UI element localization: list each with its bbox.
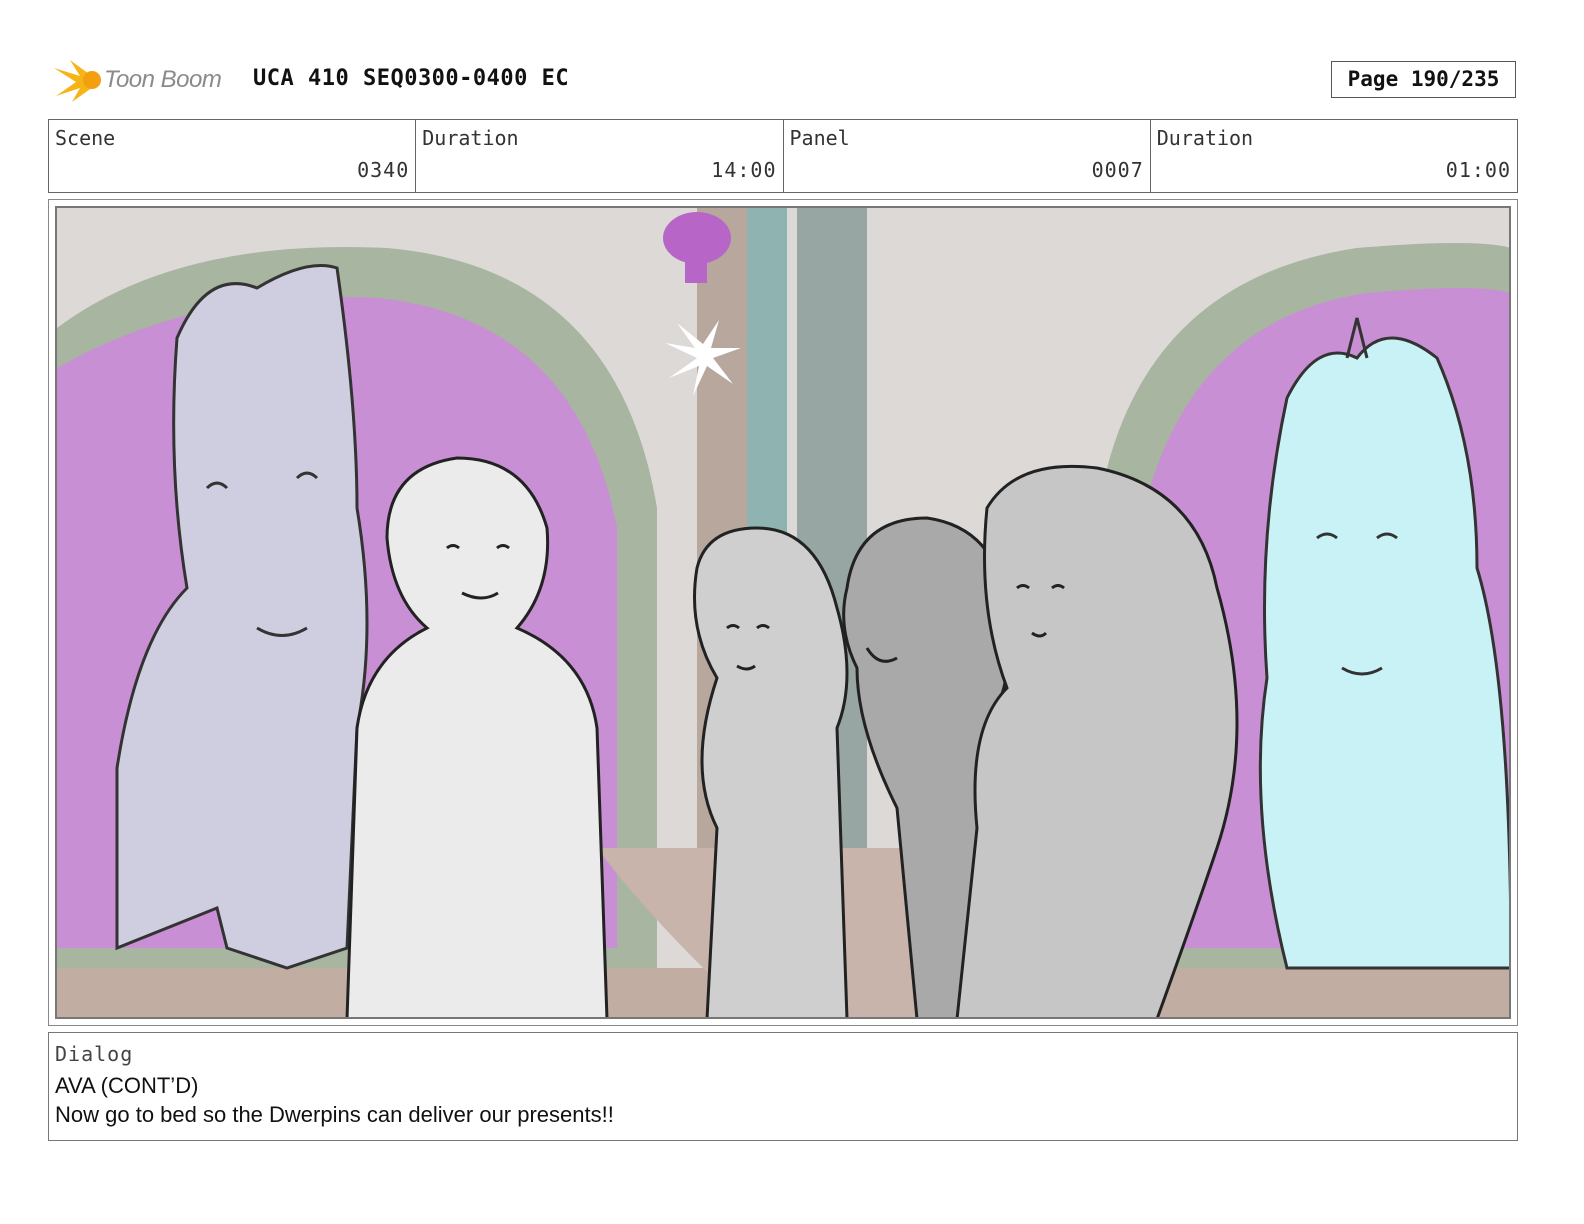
scene-duration-cell: Duration 14:00	[416, 120, 784, 192]
scene-info-table: Scene 0340 Duration 14:00 Panel 0007 Dur…	[48, 119, 1518, 193]
document-title: UCA 410 SEQ0300-0400 EC	[253, 66, 570, 91]
panel-duration-label: Duration	[1156, 126, 1254, 150]
dialog-label: Dialog	[55, 1042, 134, 1066]
page-number: Page 190/235	[1331, 61, 1516, 98]
toon-boom-logo: Toon Boom	[52, 54, 242, 106]
storyboard-drawing	[57, 208, 1509, 1017]
panel-value: 0007	[1091, 158, 1144, 182]
scene-value: 0340	[357, 158, 410, 182]
logo-text: Toon Boom	[104, 66, 222, 93]
dialog-character: AVA (CONT’D)	[55, 1073, 199, 1098]
storyboard-panel-image	[55, 206, 1511, 1019]
scene-label: Scene	[55, 126, 116, 150]
dialog-box: Dialog AVA (CONT’D) Now go to bed so the…	[48, 1032, 1518, 1141]
panel-duration-value: 01:00	[1445, 158, 1511, 182]
scene-cell: Scene 0340	[49, 120, 417, 192]
panel-label: Panel	[789, 126, 850, 150]
dialog-line: Now go to bed so the Dwerpins can delive…	[55, 1102, 614, 1127]
girl-character-1	[693, 526, 849, 1017]
scene-duration-value: 14:00	[711, 158, 777, 182]
starburst-icon	[54, 60, 101, 102]
panel-cell: Panel 0007	[784, 120, 1151, 192]
storyboard-panel-frame	[48, 199, 1518, 1026]
scene-duration-label: Duration	[422, 126, 519, 150]
panel-duration-cell: Duration 01:00	[1151, 120, 1517, 192]
